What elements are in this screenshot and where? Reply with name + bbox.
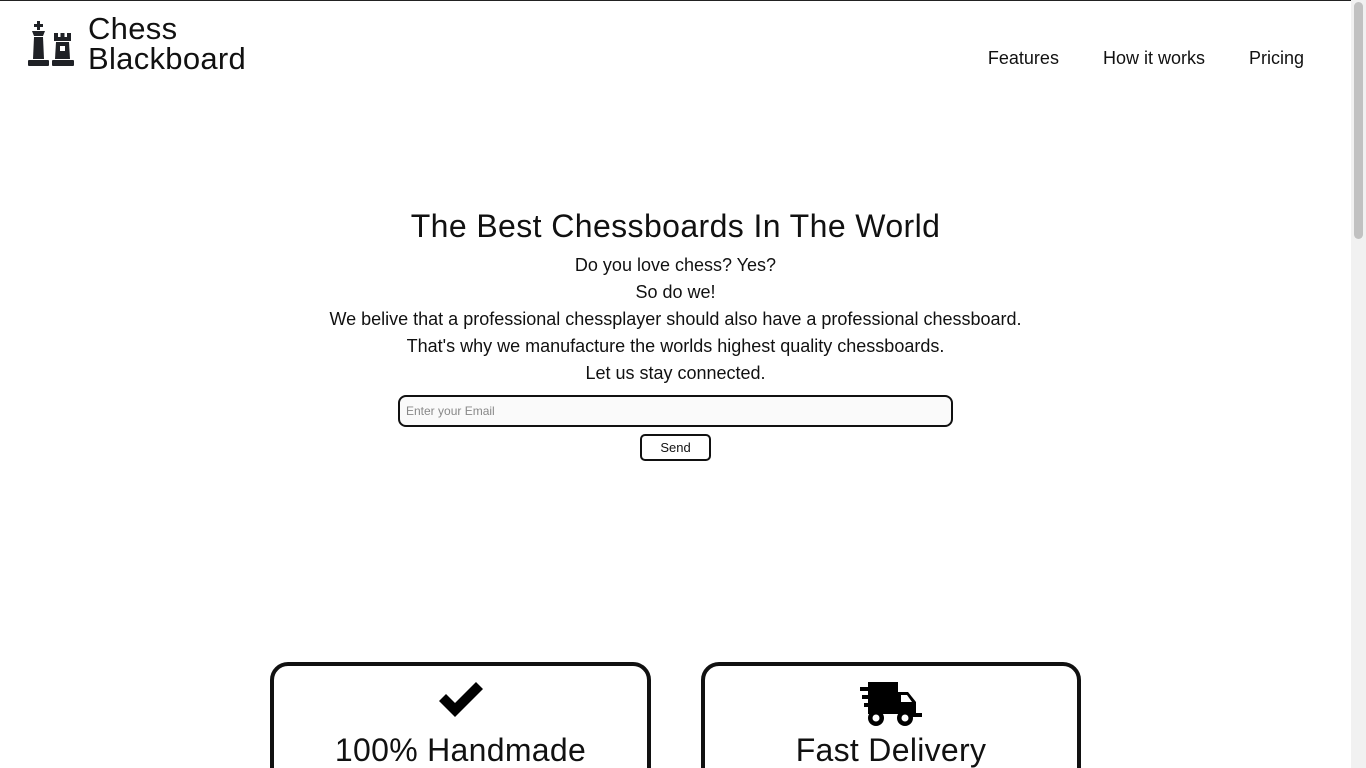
hero-line-4: That's why we manufacture the worlds hig…: [406, 336, 945, 356]
hero-section: The Best Chessboards In The World Do you…: [0, 206, 1351, 461]
feature-card-delivery: Fast Delivery: [701, 662, 1081, 768]
hero-text: Do you love chess? Yes? So do we! We bel…: [0, 252, 1351, 387]
logo[interactable]: Chess Blackboard: [26, 11, 247, 76]
chess-pieces-icon: [28, 21, 74, 66]
vertical-scrollbar[interactable]: [1351, 0, 1366, 768]
brand-name-line1: Chess: [88, 11, 178, 46]
feature-card-handmade: 100% Handmade: [270, 662, 651, 768]
brand-name: Chess Blackboard: [88, 11, 247, 76]
feature-title-delivery: Fast Delivery: [795, 732, 987, 768]
main-nav: Features How it works Pricing: [988, 48, 1304, 69]
site-header: Chess Blackboard Features How it works P…: [0, 0, 1351, 100]
hero-title: The Best Chessboards In The World: [410, 208, 941, 244]
checkmark-icon: [438, 682, 483, 717]
nav-pricing-link[interactable]: Pricing: [1249, 48, 1304, 69]
hero-line-1: Do you love chess? Yes?: [574, 255, 777, 275]
hero-line-2: So do we!: [635, 282, 716, 302]
hero-line-3: We belive that a professional chessplaye…: [329, 309, 1022, 329]
scrollbar-thumb[interactable]: [1354, 2, 1363, 239]
nav-how-it-works-link[interactable]: How it works: [1103, 48, 1205, 69]
email-form: Send: [0, 395, 1351, 461]
hero-line-5: Let us stay connected.: [585, 363, 766, 383]
delivery-truck-icon: [860, 682, 922, 726]
email-input[interactable]: [398, 395, 953, 427]
brand-name-line2: Blackboard: [88, 41, 247, 76]
send-button[interactable]: Send: [640, 434, 711, 461]
nav-features-link[interactable]: Features: [988, 48, 1059, 69]
feature-title-handmade: 100% Handmade: [334, 732, 587, 768]
